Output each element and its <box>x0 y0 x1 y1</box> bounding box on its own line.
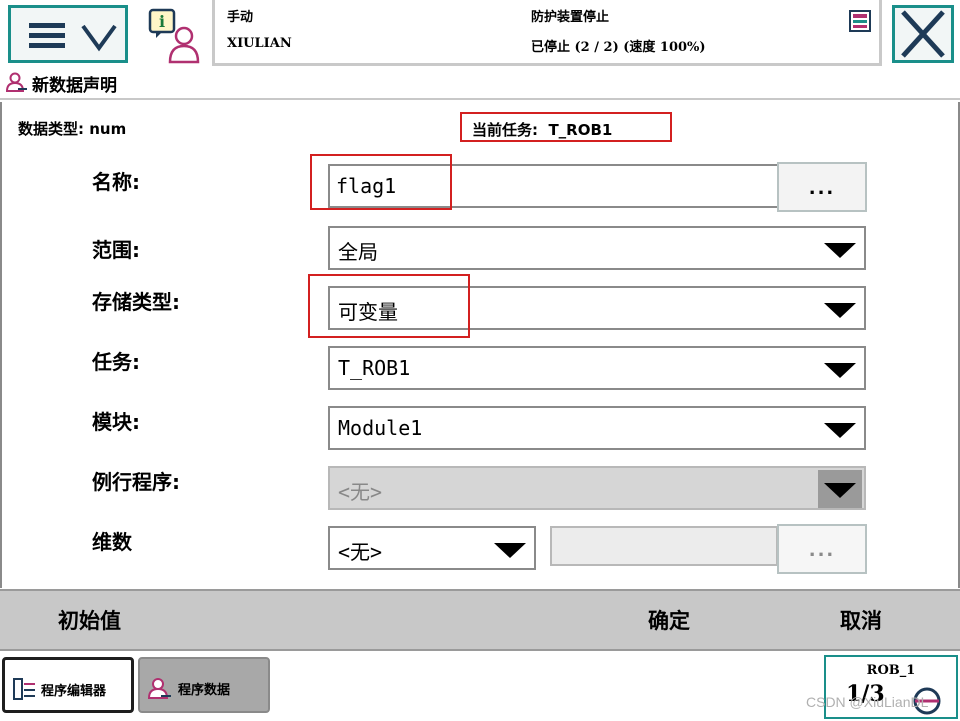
system-name: XIULIAN <box>227 36 292 51</box>
storage-type-highlight <box>308 274 470 338</box>
storage-type-label: 存储类型: <box>92 290 180 314</box>
status-icon <box>849 10 871 32</box>
run-status: 已停止 (2 / 2) (速度 100%) <box>531 40 706 55</box>
dimension-select[interactable]: <无> <box>328 526 536 570</box>
tab-program-data[interactable]: 程序数据 <box>138 657 270 713</box>
task-select[interactable]: T_ROB1 <box>328 346 866 390</box>
close-button[interactable] <box>892 5 954 63</box>
routine-value: <无> <box>338 480 383 504</box>
ok-button[interactable]: 确定 <box>648 605 690 635</box>
page-title: 新数据声明 <box>32 76 117 96</box>
cancel-button[interactable]: 取消 <box>840 605 882 635</box>
dropdown-arrow-icon <box>488 530 532 568</box>
current-task-highlight: 当前任务: T_ROB1 <box>460 112 672 142</box>
data-icon <box>6 72 27 92</box>
svg-text:i: i <box>159 12 165 31</box>
dimension-value: <无> <box>338 540 383 564</box>
robot-label: ROB_1 <box>866 663 916 678</box>
action-bar: 初始值 确定 取消 <box>0 589 960 651</box>
scope-label: 范围: <box>92 238 140 262</box>
guard-status: 防护装置停止 <box>531 10 610 25</box>
watermark: CSDN @XiuLianDL <box>806 694 929 710</box>
dropdown-arrow-icon <box>818 470 862 508</box>
task-label: 任务: <box>92 350 140 374</box>
module-value: Module1 <box>338 416 423 440</box>
name-keyboard-button[interactable]: ... <box>777 162 867 212</box>
dropdown-arrow-icon <box>818 350 862 388</box>
module-label: 模块: <box>92 410 140 434</box>
taskbar: 程序编辑器 程序数据 ROB_1 1/3 <box>0 651 960 721</box>
module-select[interactable]: Module1 <box>328 406 866 450</box>
dropdown-arrow-icon <box>818 410 862 448</box>
info-icon[interactable]: i <box>146 6 202 64</box>
routine-label: 例行程序: <box>92 470 180 494</box>
current-task-label: 当前任务: T_ROB1 <box>472 121 613 139</box>
data-type-label: 数据类型: num <box>18 120 127 138</box>
status-panel[interactable]: 手动 XIULIAN 防护装置停止 已停止 (2 / 2) (速度 100%) <box>212 0 882 66</box>
scope-value: 全局 <box>338 240 378 264</box>
chevron-down-icon <box>81 24 117 52</box>
page-header: 新数据声明 <box>0 66 960 100</box>
dimension-keyboard-button: ... <box>777 524 867 574</box>
top-bar: i 手动 XIULIAN 防护装置停止 已停止 (2 / 2) (速度 100%… <box>0 0 960 68</box>
routine-select: <无> <box>328 466 866 510</box>
mode-text: 手动 <box>227 10 254 25</box>
name-label: 名称: <box>92 170 140 194</box>
name-highlight <box>310 154 452 210</box>
close-icon <box>901 10 945 58</box>
dimension-label: 维数 <box>92 530 132 554</box>
editor-icon <box>13 678 35 700</box>
initial-value-button[interactable]: 初始值 <box>58 605 121 635</box>
dots-label: ... <box>808 540 836 561</box>
scope-select[interactable]: 全局 <box>328 226 866 270</box>
tab-program-editor-label: 程序编辑器 <box>41 684 107 699</box>
dropdown-arrow-icon <box>818 230 862 268</box>
dots-label: ... <box>808 178 836 199</box>
tab-program-data-label: 程序数据 <box>178 683 231 698</box>
data-icon <box>148 678 171 699</box>
main-menu-button[interactable] <box>8 5 128 63</box>
menu-icon <box>29 23 65 49</box>
dropdown-arrow-icon <box>818 290 862 328</box>
declaration-form: 数据类型: num 当前任务: T_ROB1 名称: flag1 ... 范围:… <box>0 102 960 588</box>
task-value: T_ROB1 <box>338 356 411 380</box>
tab-program-editor[interactable]: 程序编辑器 <box>2 657 134 713</box>
dimension-size-input <box>550 526 778 566</box>
